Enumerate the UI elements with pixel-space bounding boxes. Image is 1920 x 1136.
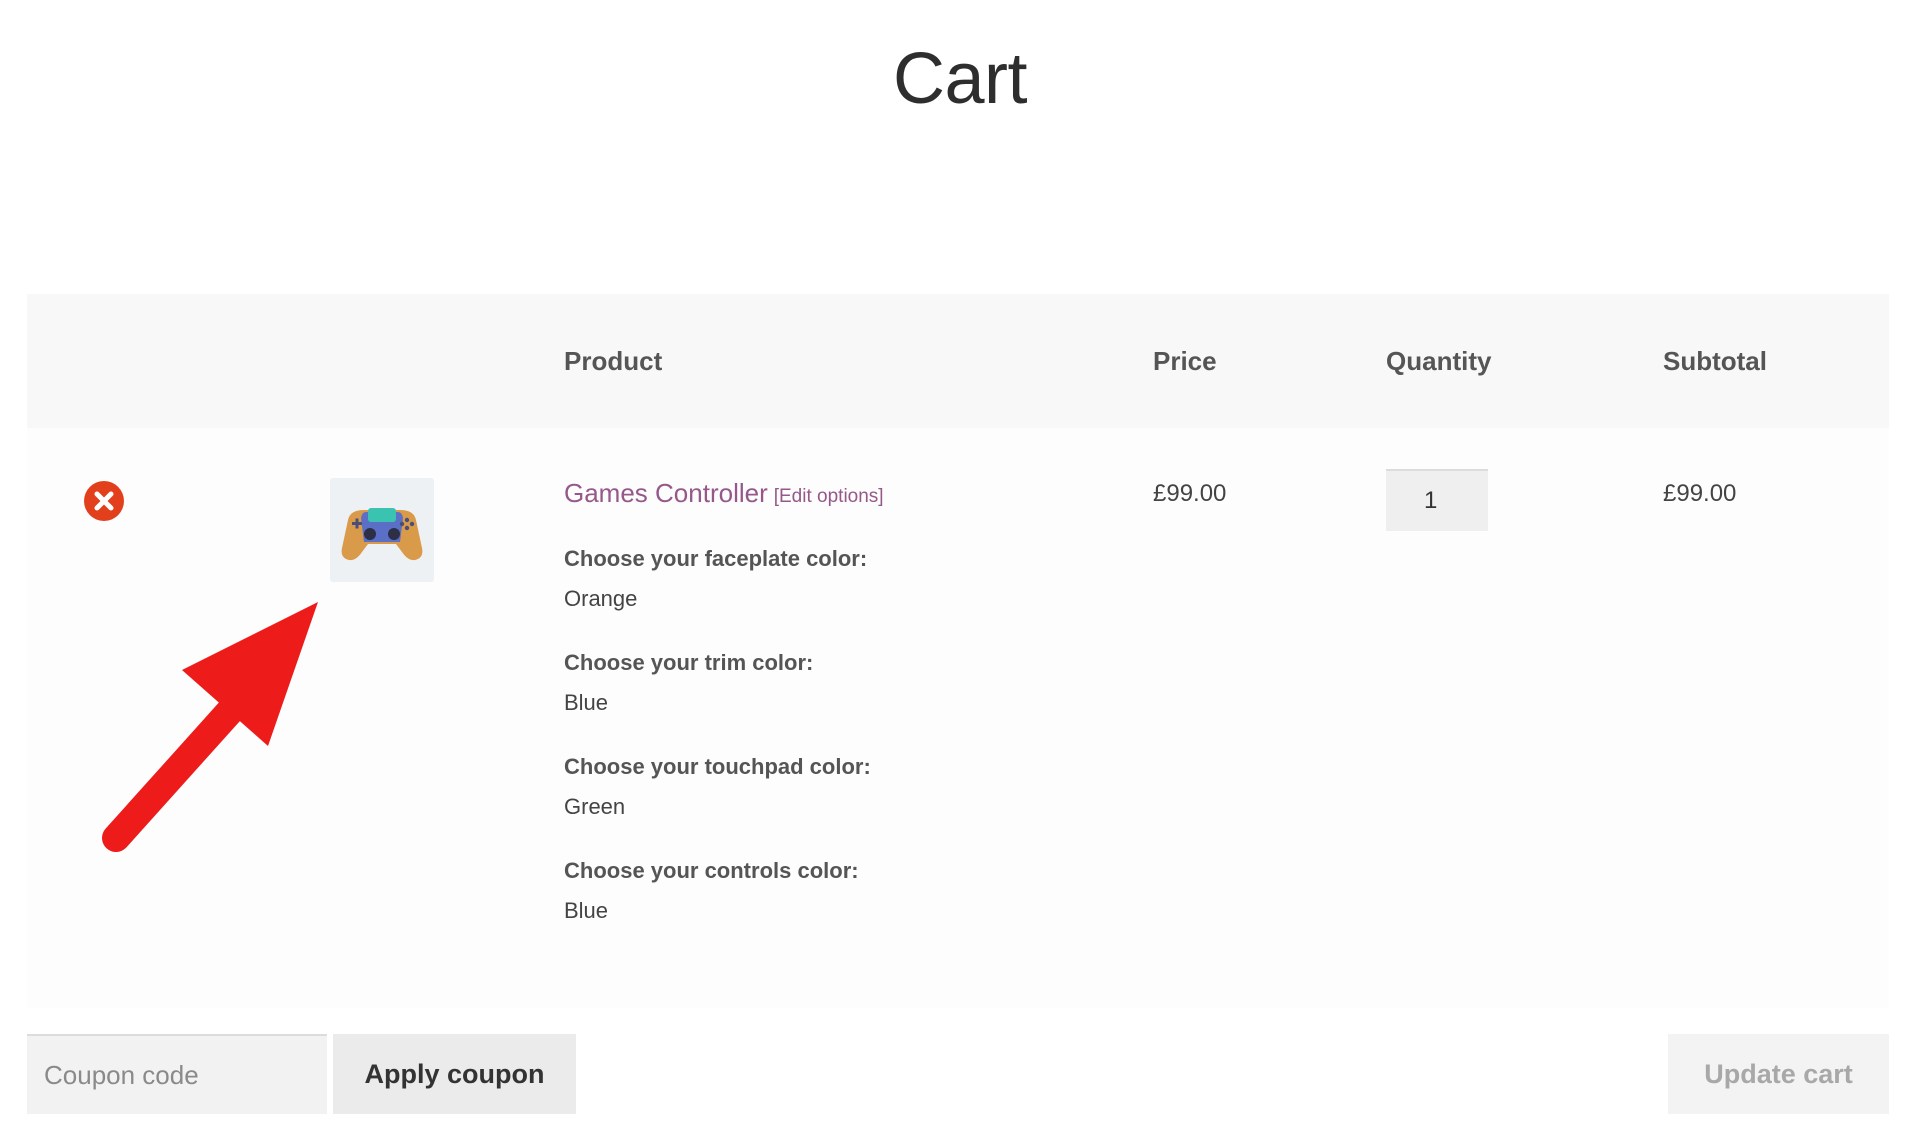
product-option-faceplate: Choose your faceplate color: Orange (564, 546, 867, 612)
option-value: Orange (564, 586, 638, 611)
close-icon (94, 491, 114, 511)
apply-coupon-button[interactable]: Apply coupon (333, 1034, 576, 1114)
product-name: Games Controller [Edit options] (564, 478, 884, 509)
option-label: Choose your touchpad color: (564, 754, 871, 779)
option-value: Blue (564, 690, 609, 715)
option-label: Choose your trim color: (564, 650, 814, 675)
red-arrow-icon (102, 602, 318, 852)
column-header-product: Product (564, 346, 663, 376)
product-thumbnail[interactable] (330, 478, 434, 582)
update-cart-button[interactable]: Update cart (1668, 1034, 1889, 1114)
cart-page: Cart Product Price Quantity Subtotal Gam… (0, 0, 1920, 1136)
product-link[interactable]: Games Controller (564, 478, 768, 508)
quantity-input[interactable] (1386, 469, 1488, 531)
option-value: Blue (564, 898, 609, 923)
product-option-touchpad: Choose your touchpad color: Green (564, 754, 871, 820)
product-option-trim: Choose your trim color: Blue (564, 650, 813, 716)
edit-options-link[interactable]: [Edit options] (774, 486, 884, 507)
option-label: Choose your faceplate color: (564, 546, 868, 571)
remove-item-button[interactable] (84, 481, 124, 521)
product-subtotal: £99.00 (1663, 480, 1737, 507)
column-header-price: Price (1153, 346, 1217, 376)
column-header-subtotal: Subtotal (1663, 346, 1767, 376)
product-option-controls: Choose your controls color: Blue (564, 858, 859, 924)
cart-table-header: Product Price Quantity Subtotal (27, 294, 1889, 428)
gamepad-icon (341, 508, 423, 561)
option-value: Green (564, 794, 626, 819)
page-title: Cart (892, 39, 1028, 119)
option-label: Choose your controls color: (564, 858, 859, 883)
coupon-code-input[interactable] (27, 1034, 327, 1114)
column-header-quantity: Quantity (1386, 346, 1492, 376)
product-price: £99.00 (1153, 480, 1227, 507)
